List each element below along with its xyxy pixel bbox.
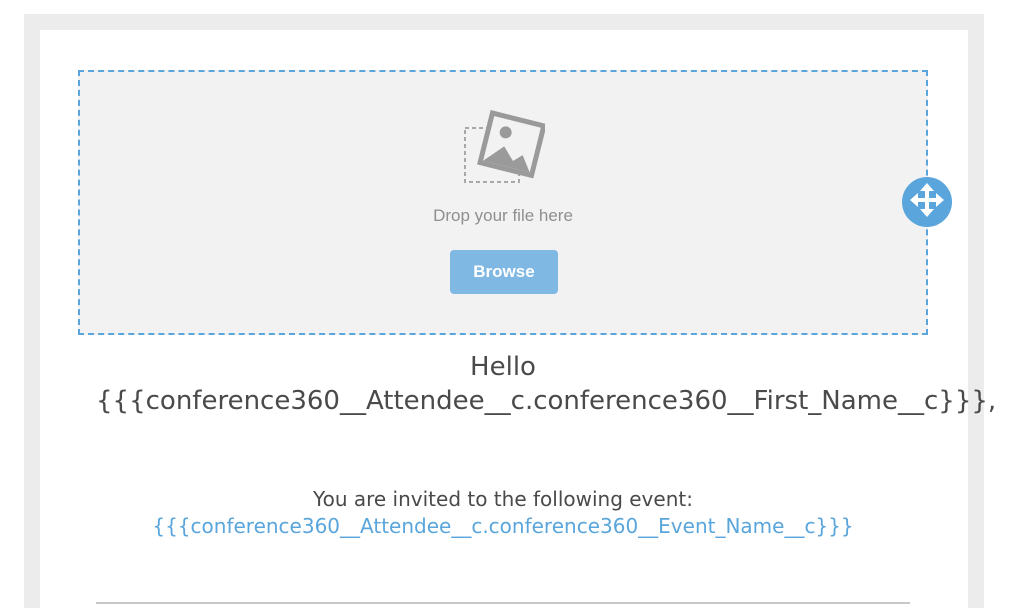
divider xyxy=(96,602,910,604)
event-name-link[interactable]: {{{conference360__Attendee__c.conference… xyxy=(96,513,910,540)
image-dropzone[interactable]: Drop your file here Browse xyxy=(78,70,928,335)
invite-block: You are invited to the following event: … xyxy=(96,486,910,540)
greeting-heading: Hello {{{conference360__Attendee__c.conf… xyxy=(96,352,997,416)
move-handle[interactable] xyxy=(902,177,952,227)
drop-file-text: Drop your file here xyxy=(433,206,573,225)
image-placeholder-icon xyxy=(463,110,547,188)
move-arrows-icon xyxy=(910,183,944,221)
browse-button[interactable]: Browse xyxy=(450,250,558,294)
invite-text: You are invited to the following event: xyxy=(313,487,693,511)
